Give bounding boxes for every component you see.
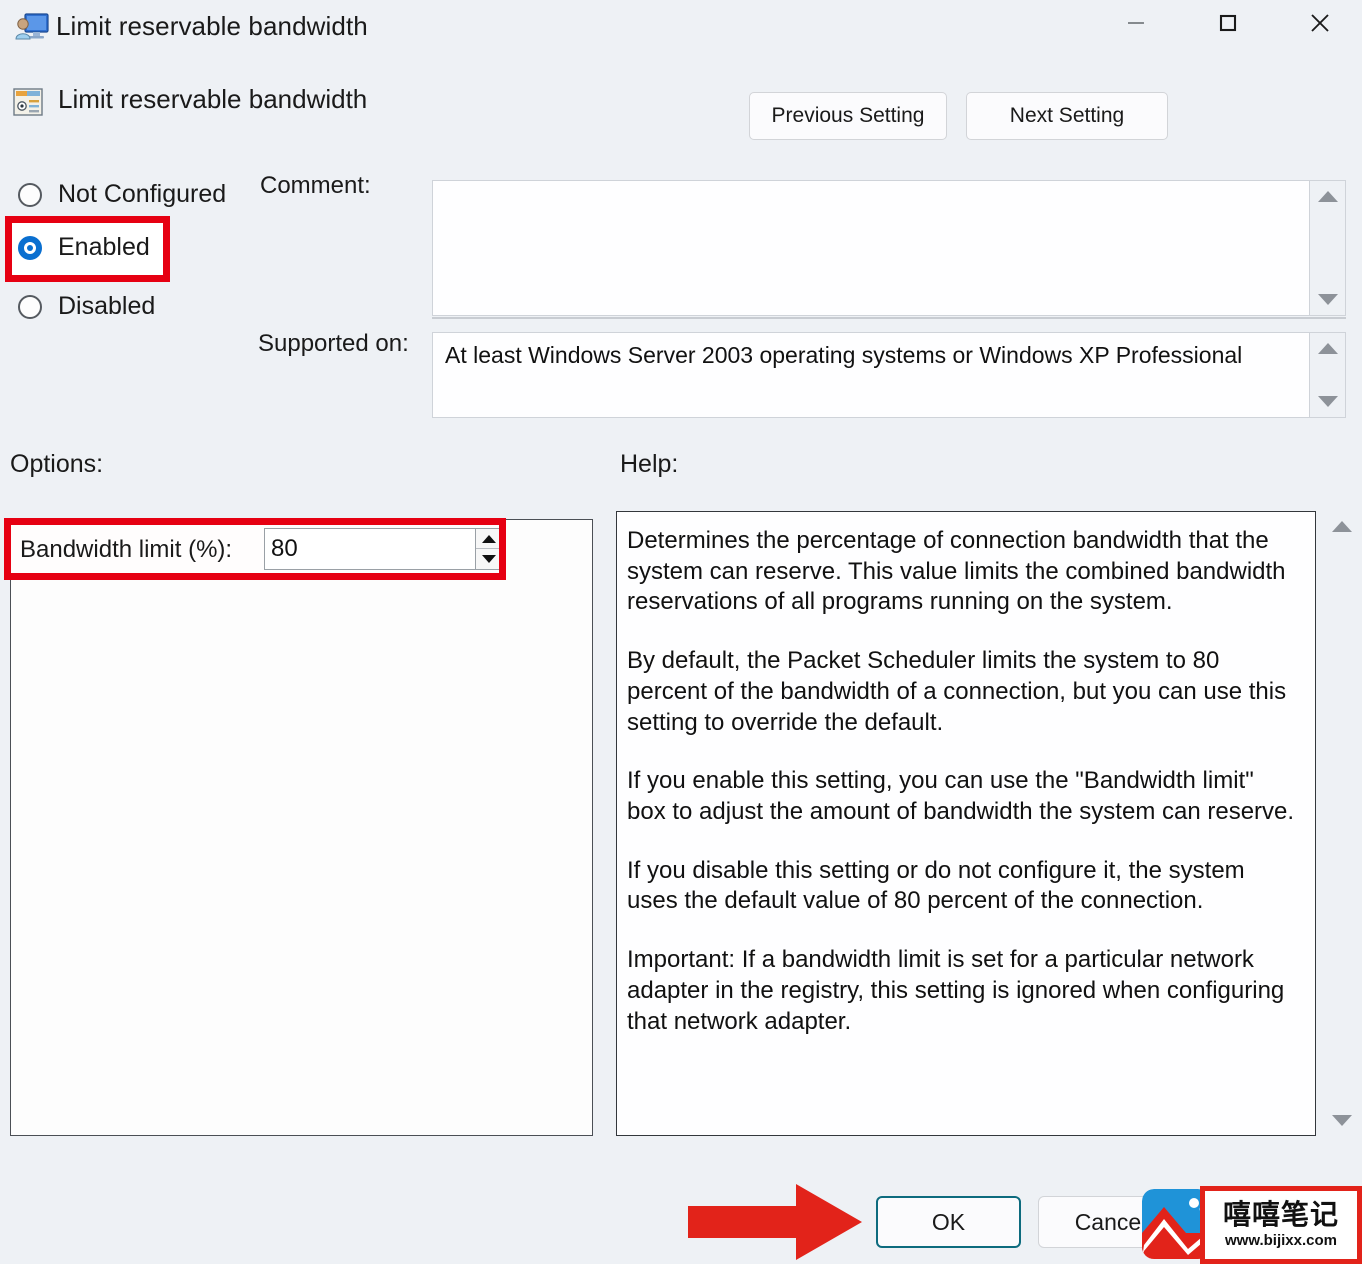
spinner-increment-button[interactable] <box>476 529 501 549</box>
spin-up-icon <box>481 534 496 543</box>
options-panel <box>10 519 593 1136</box>
computer-user-icon <box>14 12 50 44</box>
help-paragraph: If you disable this setting or do not co… <box>627 856 1245 915</box>
help-paragraph: Important: If a bandwidth limit is set f… <box>627 946 1285 1035</box>
watermark-brand-name: 嘻嘻笔记 <box>1222 1198 1339 1231</box>
scroll-down-icon[interactable] <box>1317 294 1338 305</box>
bandwidth-spinner[interactable] <box>475 529 501 569</box>
help-paragraph: Determines the percentage of connection … <box>627 527 1286 616</box>
comment-scrollbar[interactable] <box>1310 180 1346 316</box>
radio-disabled-label: Disabled <box>58 292 156 320</box>
previous-setting-button[interactable]: Previous Setting <box>749 92 947 140</box>
scroll-up-icon[interactable] <box>1317 343 1338 354</box>
help-scrollbar[interactable] <box>1327 511 1357 1136</box>
supported-on-label: Supported on: <box>258 330 409 357</box>
maximize-icon <box>1215 10 1241 41</box>
options-label: Options: <box>10 450 104 478</box>
radio-enabled-label: Enabled <box>58 233 150 261</box>
bandwidth-limit-stepper[interactable]: 80 <box>264 528 502 570</box>
help-label: Help: <box>620 450 679 478</box>
comment-input[interactable] <box>432 180 1310 316</box>
radio-not-configured[interactable]: Not Configured <box>18 180 226 209</box>
radio-circle-selected-icon <box>18 235 42 260</box>
radio-enabled[interactable]: Enabled <box>18 233 150 262</box>
bandwidth-limit-input[interactable]: 80 <box>265 535 475 563</box>
title-bar: Limit reservable bandwidth <box>0 0 1362 58</box>
annotation-arrow-icon <box>688 1182 863 1262</box>
scroll-down-icon[interactable] <box>1332 1115 1352 1126</box>
supported-on-scrollbar[interactable] <box>1310 332 1346 418</box>
ok-button[interactable]: OK <box>876 1196 1021 1248</box>
radio-circle-icon <box>18 294 42 319</box>
watermark: 嘻嘻笔记 www.bijixx.com <box>1142 1186 1362 1264</box>
scroll-up-icon[interactable] <box>1317 191 1338 202</box>
help-paragraph: By default, the Packet Scheduler limits … <box>627 647 1287 736</box>
scroll-up-icon[interactable] <box>1332 521 1352 532</box>
setting-name-heading: Limit reservable bandwidth <box>58 84 368 114</box>
next-setting-button[interactable]: Next Setting <box>966 92 1168 140</box>
window-title: Limit reservable bandwidth <box>56 11 368 41</box>
scroll-down-icon[interactable] <box>1317 396 1338 407</box>
help-paragraph: If you enable this setting, you can use … <box>627 767 1295 826</box>
spin-down-icon <box>481 555 496 563</box>
comment-label: Comment: <box>260 172 371 199</box>
divider <box>432 317 1346 319</box>
maximize-button[interactable] <box>1195 0 1261 50</box>
watermark-brand-box: 嘻嘻笔记 www.bijixx.com <box>1200 1186 1362 1264</box>
bandwidth-limit-label: Bandwidth limit (%): <box>20 536 233 563</box>
radio-circle-icon <box>18 182 42 207</box>
policy-setting-icon <box>12 86 44 118</box>
minimize-icon <box>1123 10 1149 41</box>
radio-disabled[interactable]: Disabled <box>18 292 155 321</box>
supported-on-text[interactable]: At least Windows Server 2003 operating s… <box>432 332 1310 418</box>
watermark-url: www.bijixx.com <box>1225 1232 1337 1249</box>
minimize-button[interactable] <box>1103 0 1169 50</box>
close-button[interactable] <box>1287 0 1353 50</box>
group-policy-setting-dialog: Limit reservable bandwidth Limit reserva… <box>0 0 1362 1264</box>
close-icon <box>1305 8 1335 43</box>
spinner-decrement-button[interactable] <box>476 549 501 569</box>
help-text-panel[interactable]: Determines the percentage of connection … <box>616 511 1316 1136</box>
radio-not-configured-label: Not Configured <box>58 180 227 208</box>
